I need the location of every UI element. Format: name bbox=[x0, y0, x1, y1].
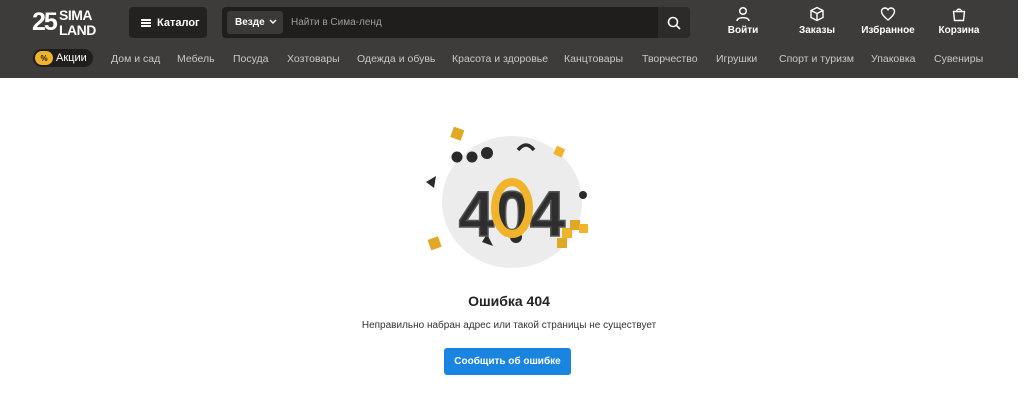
login-button[interactable]: Войти bbox=[727, 6, 759, 40]
report-error-button[interactable]: Сообщить об ошибке bbox=[444, 348, 571, 375]
orders-button[interactable]: Заказы bbox=[797, 6, 837, 40]
catalog-button[interactable]: Каталог bbox=[129, 7, 207, 38]
site-header: 25 SIMA LAND Каталог Везде Войти Заказы … bbox=[0, 0, 1024, 78]
search-button[interactable] bbox=[658, 7, 690, 38]
search-bar: Везде bbox=[222, 7, 690, 38]
site-logo[interactable]: 25 SIMA LAND bbox=[32, 7, 112, 39]
menu-icon bbox=[141, 18, 151, 27]
orders-label: Заказы bbox=[798, 25, 836, 36]
promo-label: Акции bbox=[56, 52, 87, 64]
user-icon bbox=[736, 6, 750, 22]
cart-button[interactable]: Корзина bbox=[936, 6, 982, 40]
promo-link[interactable]: % Акции bbox=[33, 49, 93, 67]
search-icon bbox=[667, 16, 681, 30]
error-title: Ошибка 404 bbox=[468, 293, 550, 309]
category-link[interactable]: Канцтовары bbox=[564, 53, 623, 65]
category-link[interactable]: Посуда bbox=[233, 53, 269, 65]
cart-label: Корзина bbox=[938, 25, 980, 36]
category-link[interactable]: Мебель bbox=[177, 53, 215, 65]
bag-icon bbox=[952, 8, 966, 22]
category-link[interactable]: Сувениры bbox=[934, 53, 983, 65]
search-scope-select[interactable]: Везде bbox=[227, 11, 283, 34]
logo-word-bottom: LAND bbox=[59, 22, 96, 38]
category-link[interactable]: Хозтовары bbox=[287, 53, 340, 65]
category-link[interactable]: Спорт и туризм bbox=[779, 53, 854, 65]
category-link[interactable]: Красота и здоровье bbox=[452, 53, 548, 65]
chevron-down-icon bbox=[269, 19, 277, 25]
heart-icon bbox=[880, 7, 896, 21]
search-scope-label: Везде bbox=[235, 17, 265, 28]
error-code-graphic: 404 bbox=[459, 178, 566, 250]
category-link[interactable]: Упаковка bbox=[871, 53, 916, 65]
category-link[interactable]: Дом и сад bbox=[111, 53, 160, 65]
search-input[interactable] bbox=[288, 11, 648, 34]
category-link[interactable]: Игрушки bbox=[716, 53, 757, 65]
category-nav: % Акции Дом и сад Мебель Посуда Хозтовар… bbox=[0, 46, 1018, 74]
logo-word-top: SIMA bbox=[59, 7, 93, 23]
logo-number: 25 bbox=[32, 8, 58, 36]
error-description: Неправильно набран адрес или такой стран… bbox=[361, 320, 657, 331]
box-icon bbox=[810, 6, 824, 22]
catalog-label: Каталог bbox=[157, 16, 200, 29]
favorites-button[interactable]: Избранное bbox=[859, 6, 917, 40]
category-link[interactable]: Творчество bbox=[642, 53, 698, 65]
category-link[interactable]: Одежда и обувь bbox=[357, 53, 435, 65]
percent-icon: % bbox=[35, 51, 53, 65]
favorites-label: Избранное bbox=[861, 25, 915, 36]
error-404-illustration: 404 bbox=[426, 126, 588, 268]
login-label: Войти bbox=[727, 25, 759, 36]
